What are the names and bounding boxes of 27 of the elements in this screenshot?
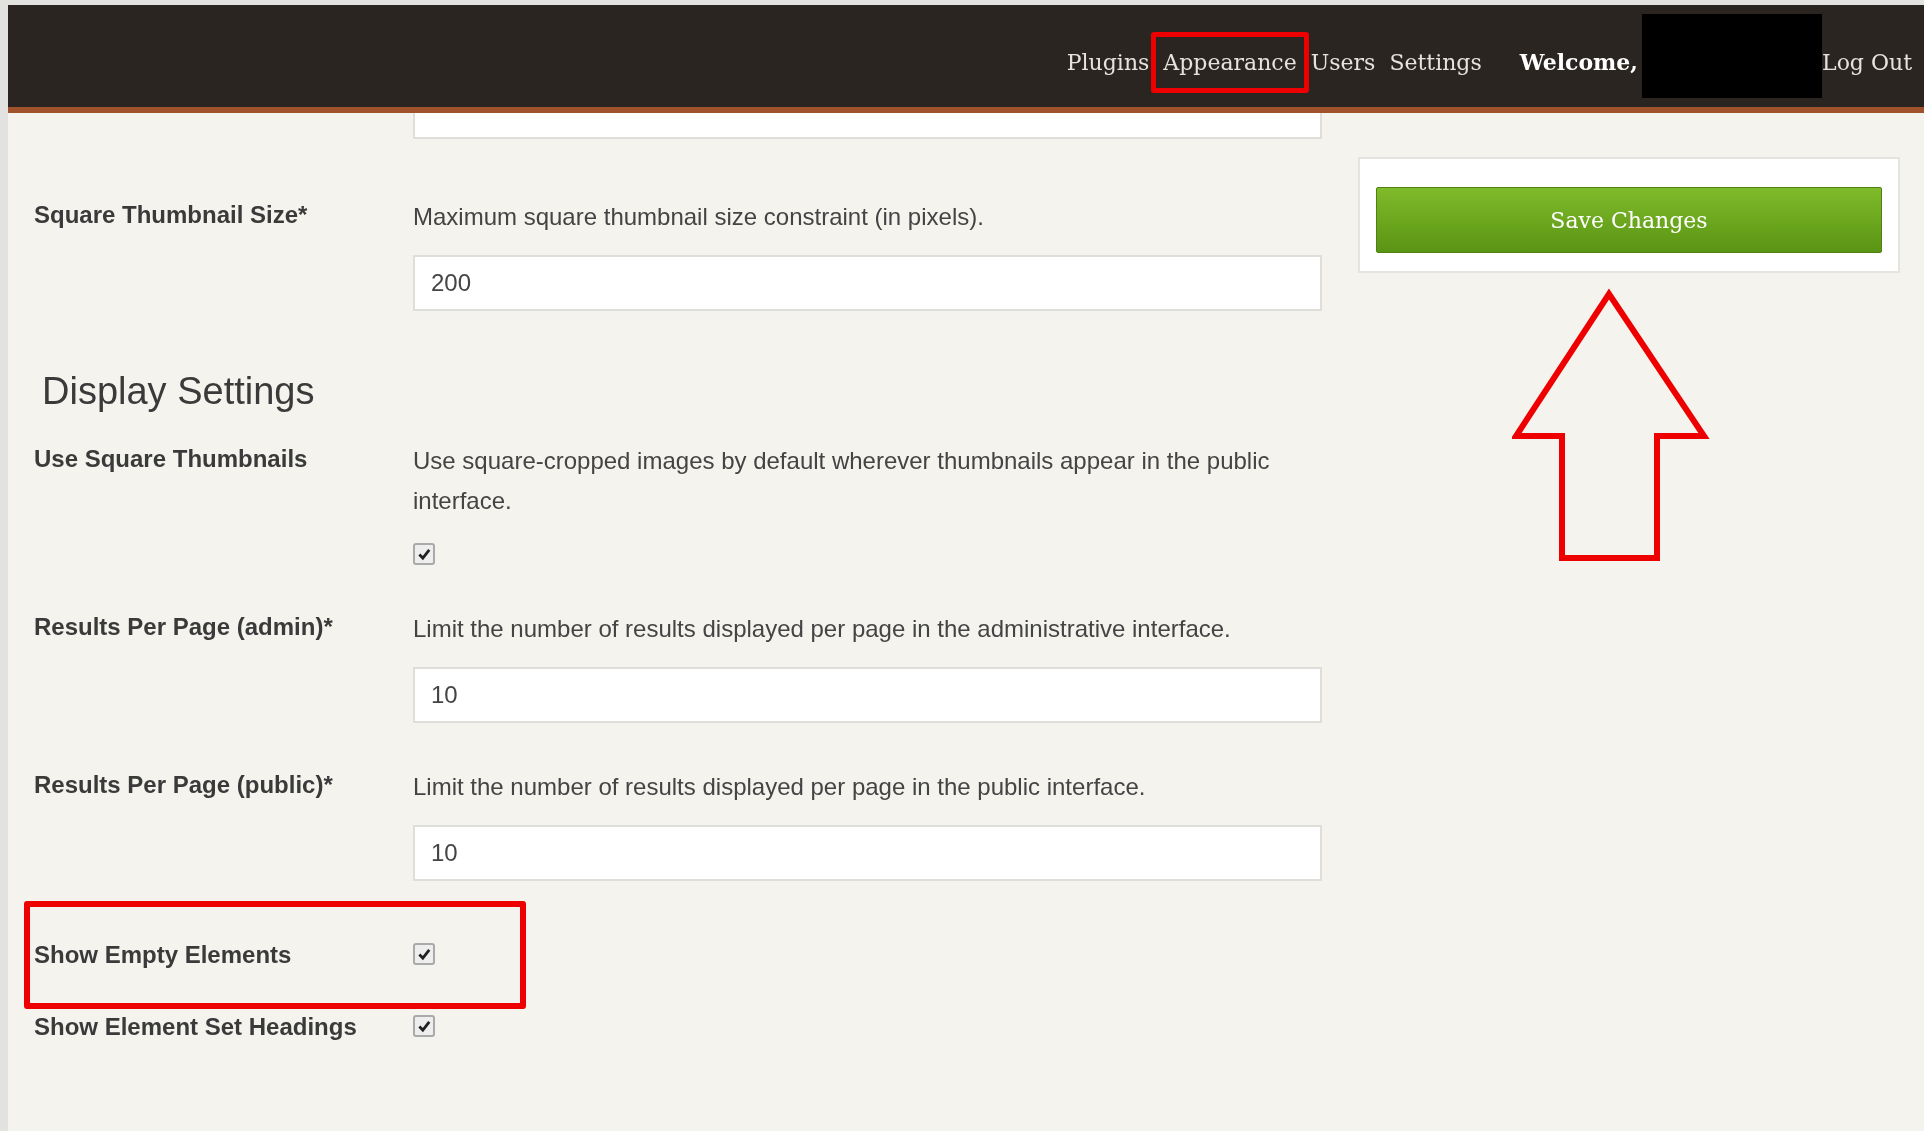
setting-description: Limit the number of results displayed per page in the administrative interface. (413, 614, 1231, 644)
checkbox[interactable] (413, 543, 435, 565)
checkbox[interactable] (413, 943, 435, 965)
setting-description: Maximum square thumbnail size constraint (in pixels). (413, 202, 984, 232)
nav-link[interactable]: Plugins (1066, 49, 1150, 75)
logout-link[interactable]: Log Out (1822, 49, 1912, 75)
nav-link[interactable]: Users (1310, 49, 1376, 75)
setting-description: Use square-cropped images by default wherever thumbnails appear in the public interface. (413, 446, 1271, 516)
input-field[interactable] (413, 113, 1322, 139)
input-field[interactable]: 10 (413, 667, 1322, 723)
setting-label: Use Square Thumbnails (34, 444, 309, 474)
section-heading: Display Settings (42, 369, 316, 414)
setting-label: Square Thumbnail Size* (34, 200, 309, 230)
welcome-text: Welcome, (1519, 49, 1638, 75)
nav-link[interactable]: Settings (1389, 49, 1482, 75)
input-field[interactable]: 200 (413, 255, 1322, 311)
checkmark-icon (417, 947, 431, 961)
checkmark-icon (417, 1019, 431, 1033)
input-field[interactable]: 10 (413, 825, 1322, 881)
checkbox[interactable] (413, 1015, 435, 1037)
checkmark-icon (417, 547, 431, 561)
nav-link[interactable]: Appearance (1163, 49, 1297, 75)
setting-label: Show Empty Elements (34, 940, 293, 970)
setting-description: Limit the number of results displayed per page in the public interface. (413, 772, 1146, 802)
setting-label: Results Per Page (public)* (34, 770, 334, 800)
setting-label: Results Per Page (admin)* (34, 612, 334, 642)
setting-label: Show Element Set Headings (34, 1012, 358, 1042)
